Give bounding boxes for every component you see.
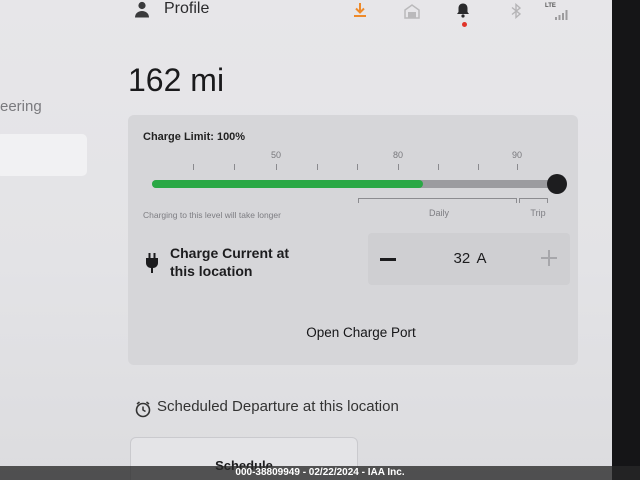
profile-label[interactable]: Profile [164,0,209,18]
garage-icon[interactable] [404,3,420,19]
trip-range-bracket [519,198,548,203]
daily-range-bracket [358,198,517,203]
charge-hint: Charging to this level will take longer [143,210,281,220]
signal-icon [555,10,568,20]
tick-label: 90 [511,150,522,160]
slider-tick [193,164,194,170]
charge-limit-label: Charge Limit: 100% [143,131,246,143]
person-icon[interactable] [134,1,150,18]
bluetooth-icon[interactable] [511,3,521,19]
slider-tick [234,164,235,170]
plug-icon [145,253,159,273]
decrease-current-button[interactable] [376,248,400,272]
download-icon[interactable] [352,2,368,18]
charge-current-label: this location [170,263,253,279]
daily-label: Daily [428,208,449,218]
slider-tick [357,164,358,170]
increase-current-button[interactable] [539,248,559,268]
charge-current-value: 32 A [453,250,487,267]
network-label: LTE [545,3,556,9]
open-charge-port-button[interactable]: Open Charge Port [261,324,461,341]
slider-tick [398,164,399,170]
tick-label: 50 [270,150,281,160]
screen-bezel [612,0,640,480]
watermark: 000-38809949 - 02/22/2024 - IAA Inc. [0,466,640,480]
charge-limit-knob[interactable] [547,174,567,194]
clock-icon [135,401,151,418]
slider-tick [317,164,318,170]
slider-tick [517,164,518,170]
scheduled-departure-heading: Scheduled Departure at this location [157,398,399,415]
slider-tick [438,164,439,170]
sidebar-item-selected[interactable] [0,134,87,176]
plus-icon [541,250,557,266]
minus-icon [380,258,396,261]
charge-limit-slider[interactable] [152,174,567,194]
notification-dot [462,22,467,27]
charge-level-fill [152,180,424,188]
slider-tick [276,164,277,170]
sidebar-item-label[interactable]: eering [0,98,42,116]
tick-label: 80 [392,150,403,160]
trip-label: Trip [530,208,546,218]
range-readout: 162 mi [128,62,225,98]
charge-current-label: Charge Current at [170,245,290,261]
slider-tick [478,164,479,170]
bell-icon[interactable] [455,2,471,18]
